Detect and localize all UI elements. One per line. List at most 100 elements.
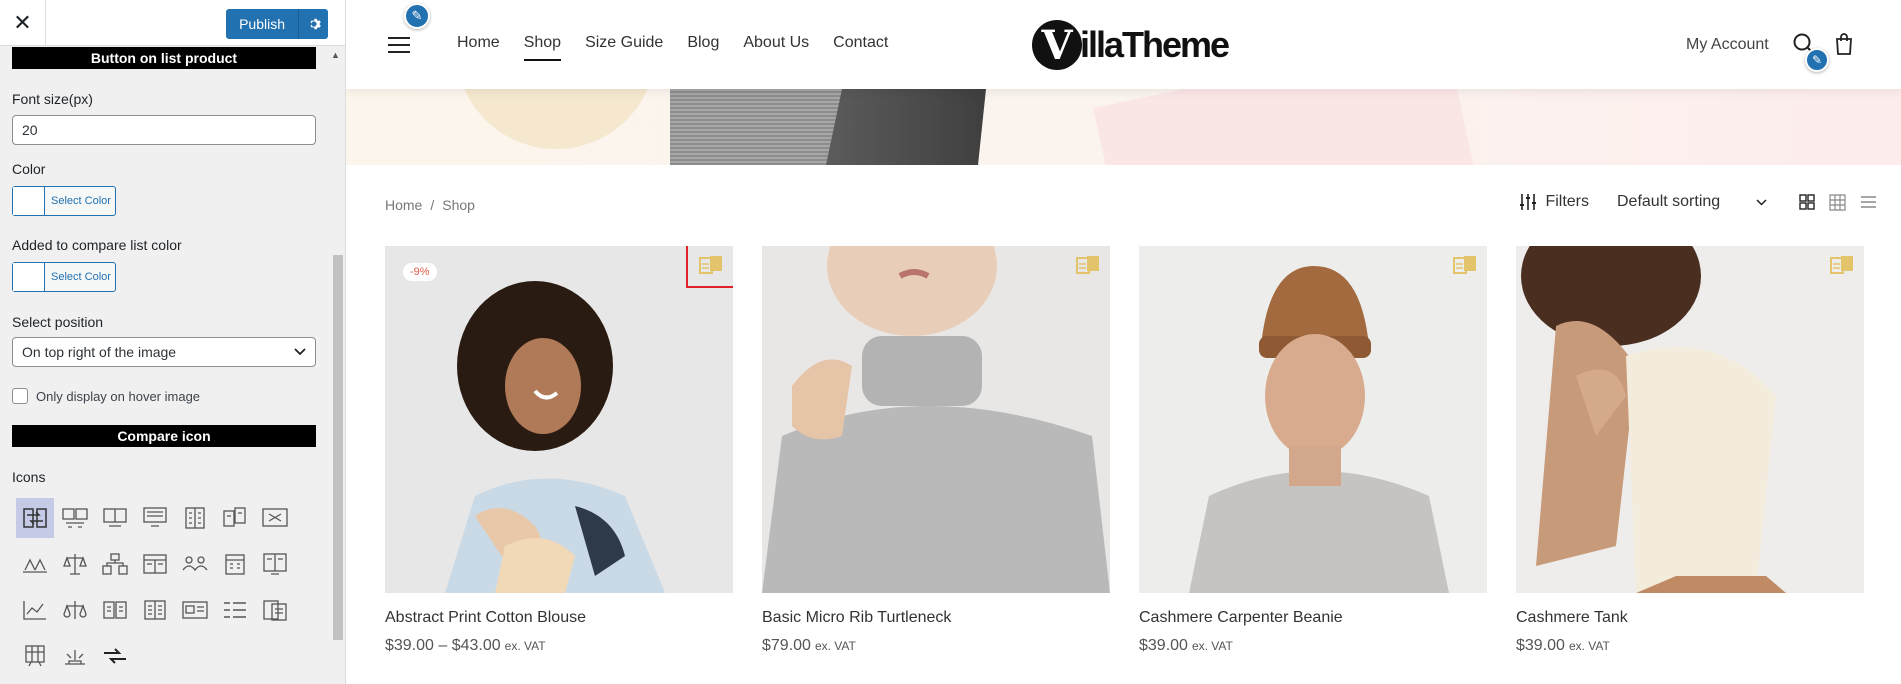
icons-label: Icons: [12, 469, 46, 485]
product-card[interactable]: Basic Micro Rib Turtleneck $79.00 ex. VAT: [762, 246, 1110, 654]
balance-compare-icon[interactable]: [56, 544, 94, 584]
nav-about-us[interactable]: About Us: [743, 34, 809, 52]
exchange-compare-icon[interactable]: [96, 636, 134, 676]
screen-compare-icon[interactable]: [136, 498, 174, 538]
hover-only-option[interactable]: Only display on hover image: [12, 388, 200, 404]
section-button-on-list-product: Button on list product: [12, 47, 316, 69]
hero-decoration: [456, 89, 656, 149]
product-image[interactable]: [1139, 246, 1487, 593]
product-price: $79.00 ex. VAT: [762, 637, 856, 655]
site-header: ✎ Home Shop Size Guide Blog About Us Con…: [346, 0, 1901, 89]
section-compare-icon: Compare icon: [12, 425, 316, 447]
shop-toolbar: Filters Default sorting: [1519, 193, 1877, 211]
bars-compare-icon[interactable]: [16, 636, 54, 676]
hover-only-checkbox[interactable]: [12, 388, 28, 404]
monitor-compare-icon[interactable]: [96, 498, 134, 538]
product-photo-blouse: [385, 246, 733, 593]
panel-scrollbar[interactable]: ▲: [329, 46, 345, 684]
price-value: $39.00: [1139, 637, 1188, 654]
product-image[interactable]: [1516, 246, 1864, 593]
weight-compare-icon[interactable]: [56, 590, 94, 630]
nav-home[interactable]: Home: [457, 34, 500, 52]
scroll-up-arrow[interactable]: ▲: [331, 50, 340, 60]
product-name[interactable]: Cashmere Carpenter Beanie: [1139, 609, 1343, 627]
docs-compare-icon[interactable]: [216, 498, 254, 538]
nav-shop[interactable]: Shop: [523, 34, 562, 61]
scale-compare-icon[interactable]: [16, 544, 54, 584]
image-compare-icon[interactable]: [176, 590, 214, 630]
grid-3-icon[interactable]: [1829, 193, 1846, 211]
panels-compare-icon[interactable]: [256, 544, 294, 584]
edit-shortcut-icon[interactable]: ✎: [404, 3, 430, 29]
list-view-icon[interactable]: [1860, 195, 1877, 209]
nav-contact[interactable]: Contact: [833, 34, 888, 52]
grid-2-icon[interactable]: [1799, 194, 1815, 210]
customizer-panel: ✕ Publish Button on list product Font si…: [0, 0, 346, 684]
podium-compare-icon[interactable]: [56, 636, 94, 676]
calendar-compare-icon[interactable]: [216, 544, 254, 584]
compare-icon[interactable]: [1830, 254, 1854, 276]
chart-compare-icon[interactable]: [16, 590, 54, 630]
menu-icon[interactable]: [388, 37, 410, 53]
product-name[interactable]: Abstract Print Cotton Blouse: [385, 609, 586, 627]
rows-compare-icon[interactable]: [216, 590, 254, 630]
color-label: Color: [12, 161, 46, 177]
publish-group: Publish: [226, 9, 328, 39]
breadcrumb-shop: Shop: [442, 197, 475, 213]
scroll-thumb[interactable]: [333, 255, 343, 640]
boxes-compare-icon[interactable]: [56, 498, 94, 538]
compare-icon[interactable]: [1453, 254, 1477, 276]
font-size-label: Font size(px): [12, 91, 93, 107]
my-account-link[interactable]: My Account: [1686, 36, 1769, 54]
arrows-compare-icon[interactable]: [16, 498, 54, 538]
compare-icon[interactable]: [1076, 254, 1100, 276]
product-card[interactable]: Cashmere Carpenter Beanie $39.00 ex. VAT: [1139, 246, 1487, 654]
list-compare-icon[interactable]: [136, 590, 174, 630]
sale-badge: -9%: [403, 263, 437, 281]
publish-button[interactable]: Publish: [226, 9, 298, 39]
position-select[interactable]: On top right of the image: [12, 337, 316, 367]
product-name[interactable]: Basic Micro Rib Turtleneck: [762, 609, 951, 627]
cards-compare-icon[interactable]: [136, 544, 174, 584]
nav-size-guide[interactable]: Size Guide: [585, 34, 663, 52]
files-compare-icon[interactable]: [256, 590, 294, 630]
site-logo[interactable]: V illaTheme: [1032, 20, 1230, 70]
product-image[interactable]: -9%: [385, 246, 733, 593]
devices-compare-icon[interactable]: [256, 498, 294, 538]
nav-blog[interactable]: Blog: [687, 34, 719, 52]
icons-grid: [16, 498, 316, 684]
breadcrumb: Home / Shop: [385, 197, 475, 213]
edit-shortcut-icon-2[interactable]: ✎: [1805, 48, 1829, 72]
product-image[interactable]: [762, 246, 1110, 593]
product-card[interactable]: Cashmere Tank $39.00 ex. VAT: [1516, 246, 1864, 654]
filters-button[interactable]: Filters: [1519, 193, 1589, 211]
table-compare-icon[interactable]: [176, 498, 214, 538]
publish-settings-button[interactable]: [298, 9, 328, 39]
product-price: $39.00 ex. VAT: [1139, 637, 1233, 655]
hierarchy-compare-icon[interactable]: [96, 544, 134, 584]
added-color-swatch: [13, 263, 45, 291]
filters-label: Filters: [1545, 193, 1589, 210]
product-name[interactable]: Cashmere Tank: [1516, 609, 1628, 627]
hero-decoration-pink: [1093, 89, 1479, 165]
close-button[interactable]: ✕: [0, 0, 46, 46]
color-picker-button[interactable]: Select Color: [12, 186, 116, 216]
font-size-input[interactable]: 20: [12, 115, 316, 145]
sorting-select[interactable]: Default sorting: [1617, 193, 1767, 211]
panel-header: ✕ Publish: [0, 0, 345, 46]
vat-label: ex. VAT: [1191, 639, 1233, 653]
cart-icon[interactable]: [1832, 32, 1856, 56]
sorting-value: Default sorting: [1617, 193, 1721, 210]
logo-mark: V: [1032, 20, 1082, 70]
vat-label: ex. VAT: [814, 639, 856, 653]
position-label: Select position: [12, 314, 104, 330]
logo-text: illaTheme: [1080, 24, 1230, 65]
product-card[interactable]: -9% Abstract Print Cotton Blouse $39.00 …: [385, 246, 733, 654]
pages-compare-icon[interactable]: [96, 590, 134, 630]
price-value: $79.00: [762, 637, 811, 654]
people-compare-icon[interactable]: [176, 544, 214, 584]
highlight-box: [686, 246, 733, 288]
added-color-picker-button[interactable]: Select Color: [12, 262, 116, 292]
select-color-text: Select Color: [51, 195, 111, 207]
breadcrumb-home[interactable]: Home: [385, 197, 422, 213]
